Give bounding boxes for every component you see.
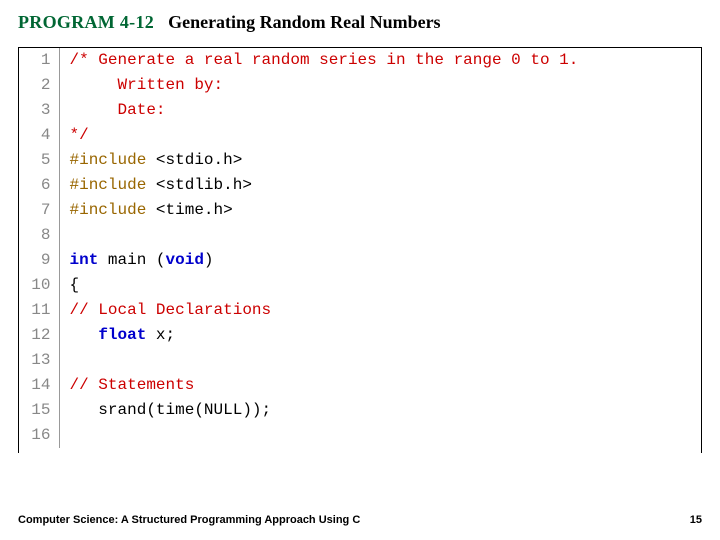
code-line: 2 Written by: [19, 73, 701, 98]
slide-footer: Computer Science: A Structured Programmi… [18, 514, 702, 526]
code-token: */ [70, 126, 89, 144]
code-line: 9int main (void) [19, 248, 701, 273]
code-cell [59, 348, 701, 373]
line-number: 8 [19, 223, 59, 248]
code-token: Date: [70, 101, 166, 119]
code-cell [59, 423, 701, 448]
code-line: 10 { [19, 273, 701, 298]
code-token: // Local Declarations [70, 301, 272, 319]
code-cell: { [59, 273, 701, 298]
line-number: 16 [19, 423, 59, 448]
code-token: #include [70, 176, 156, 194]
code-token: /* Generate a real random series in the … [70, 51, 579, 69]
code-token: Written by: [70, 76, 224, 94]
code-line: 13 [19, 348, 701, 373]
code-token: <stdio.h> [156, 151, 242, 169]
line-number: 4 [19, 123, 59, 148]
code-cell: Written by: [59, 73, 701, 98]
code-token: srand(time(NULL)); [70, 401, 272, 419]
code-token: main ( [108, 251, 166, 269]
code-token: #include [70, 151, 156, 169]
code-line: 12 float x; [19, 323, 701, 348]
code-line: 5#include <stdio.h> [19, 148, 701, 173]
code-cell: #include <time.h> [59, 198, 701, 223]
code-line: 15 srand(time(NULL)); [19, 398, 701, 423]
line-number: 6 [19, 173, 59, 198]
line-number: 2 [19, 73, 59, 98]
code-frame: 1 /* Generate a real random series in the… [18, 47, 702, 453]
code-line: 7#include <time.h> [19, 198, 701, 223]
code-cell: float x; [59, 323, 701, 348]
code-listing: 1 /* Generate a real random series in the… [19, 48, 701, 448]
code-cell: */ [59, 123, 701, 148]
code-token: #include [70, 201, 156, 219]
code-token: <stdlib.h> [156, 176, 252, 194]
code-cell: Date: [59, 98, 701, 123]
code-line: 3 Date: [19, 98, 701, 123]
code-cell: #include <stdio.h> [59, 148, 701, 173]
line-number: 10 [19, 273, 59, 298]
footer-text: Computer Science: A Structured Programmi… [18, 514, 360, 526]
line-number: 15 [19, 398, 59, 423]
line-number: 9 [19, 248, 59, 273]
code-cell: /* Generate a real random series in the … [59, 48, 701, 73]
code-line: 16 [19, 423, 701, 448]
code-token [70, 326, 99, 344]
line-number: 3 [19, 98, 59, 123]
code-cell: int main (void) [59, 248, 701, 273]
line-number: 13 [19, 348, 59, 373]
code-token: <time.h> [156, 201, 233, 219]
code-token: { [70, 276, 80, 294]
code-line: 11 // Local Declarations [19, 298, 701, 323]
code-token: x; [156, 326, 175, 344]
code-token: float [98, 326, 156, 344]
code-cell [59, 223, 701, 248]
program-title: Generating Random Real Numbers [168, 12, 441, 32]
code-token: int [70, 251, 108, 269]
code-line: 1 /* Generate a real random series in the… [19, 48, 701, 73]
program-label: PROGRAM 4-12 [18, 12, 154, 32]
page-number: 15 [690, 514, 702, 526]
code-cell: srand(time(NULL)); [59, 398, 701, 423]
line-number: 12 [19, 323, 59, 348]
line-number: 5 [19, 148, 59, 173]
code-token: ) [204, 251, 214, 269]
slide-header: PROGRAM 4-12 Generating Random Real Numb… [0, 0, 720, 39]
line-number: 14 [19, 373, 59, 398]
line-number: 11 [19, 298, 59, 323]
code-token: // Statements [70, 376, 195, 394]
line-number: 1 [19, 48, 59, 73]
code-cell: // Local Declarations [59, 298, 701, 323]
code-token: void [166, 251, 204, 269]
line-number: 7 [19, 198, 59, 223]
code-line: 8 [19, 223, 701, 248]
code-line: 4 */ [19, 123, 701, 148]
code-cell: #include <stdlib.h> [59, 173, 701, 198]
code-line: 14 // Statements [19, 373, 701, 398]
code-cell: // Statements [59, 373, 701, 398]
code-line: 6#include <stdlib.h> [19, 173, 701, 198]
